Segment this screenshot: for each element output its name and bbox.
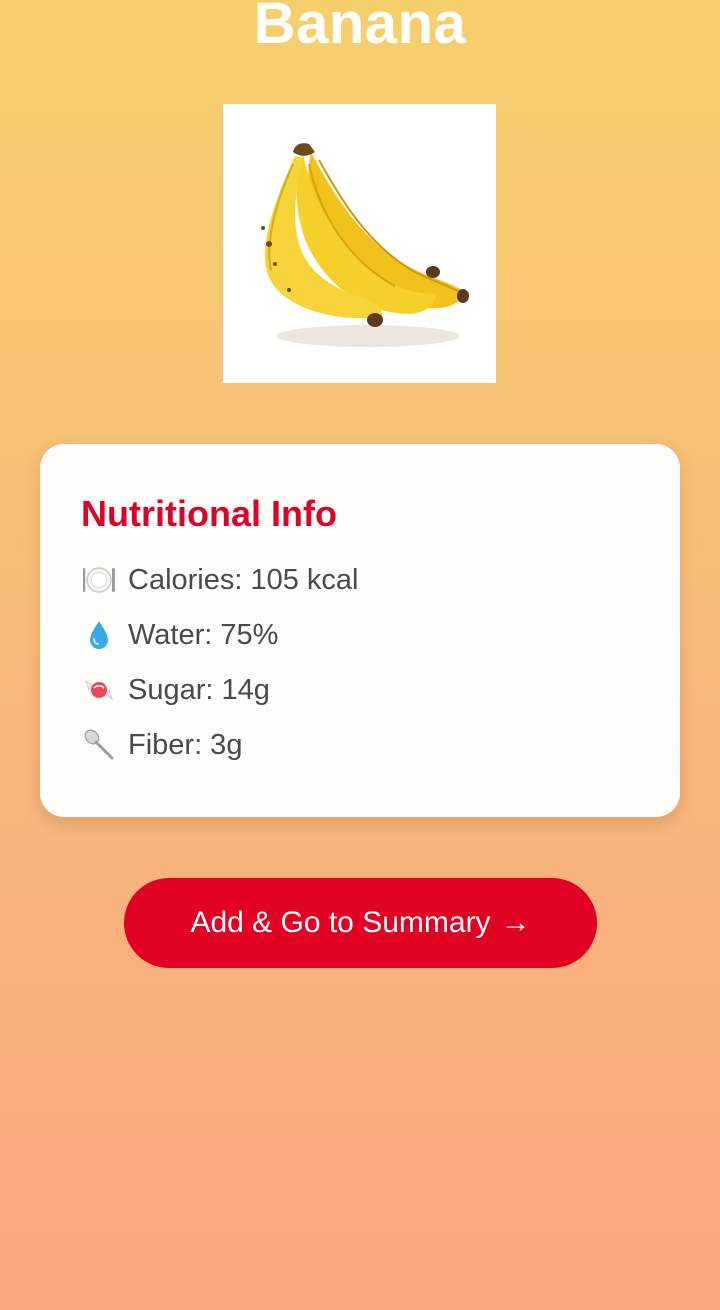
- add-go-to-summary-button[interactable]: Add & Go to Summary →: [124, 878, 597, 968]
- page-title: Banana: [253, 0, 467, 56]
- arrow-right-icon: →: [500, 906, 531, 939]
- nutrition-title: Nutritional Info: [81, 493, 337, 534]
- nutrition-item-calories: Calories: 105 kcal: [80, 560, 359, 600]
- fruit-image: [223, 104, 496, 383]
- nutrition-item-sugar: Sugar: 14g: [80, 670, 270, 710]
- nutrition-item-label: Calories: 105 kcal: [128, 563, 359, 596]
- cta-label: Add & Go to Summary: [190, 906, 491, 939]
- nutrition-item-label: Sugar: 14g: [128, 673, 270, 706]
- water-drop-icon: [80, 616, 118, 654]
- spoon-icon: [80, 726, 118, 764]
- plate-cutlery-icon: [80, 561, 118, 599]
- nutrition-item-fiber: Fiber: 3g: [80, 725, 242, 765]
- candy-icon: [80, 671, 118, 709]
- banana-image: [261, 143, 469, 347]
- nutrition-item-label: Water: 75%: [128, 618, 279, 651]
- nutrition-card: Nutritional Info Calories: 105 kcal Wate…: [40, 444, 680, 817]
- nutrition-item-water: Water: 75%: [80, 615, 278, 655]
- nutrition-item-label: Fiber: 3g: [128, 728, 243, 761]
